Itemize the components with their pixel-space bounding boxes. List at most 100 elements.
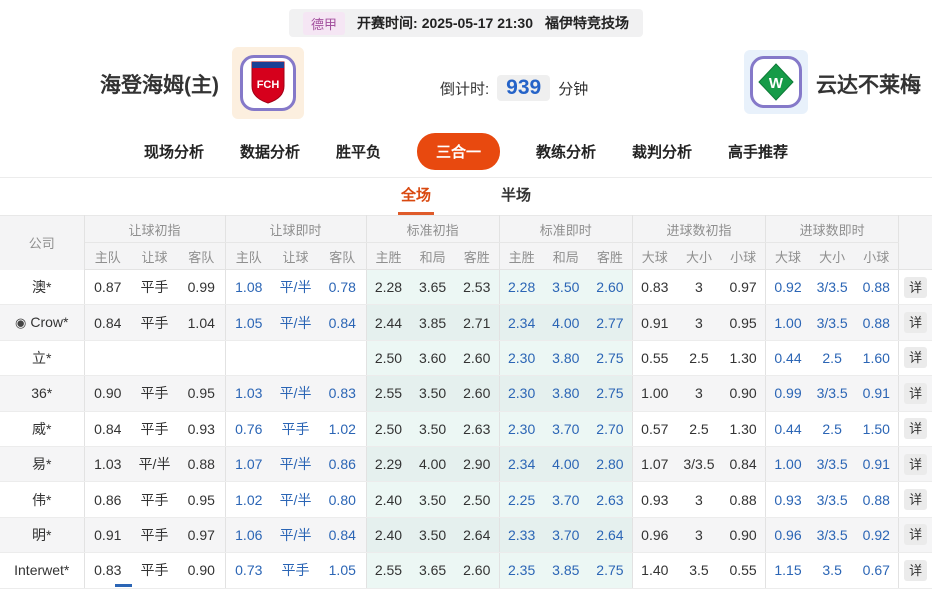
tab-full-match[interactable]: 全场 <box>397 178 434 215</box>
odds-cell: 3.50 <box>410 517 455 554</box>
odds-cell <box>178 340 226 377</box>
odds-table: 公司 让球初指 让球即时 标准初指 标准即时 进球数初指 进球数即时 主队 让球 客队 主队 让球 客队… <box>0 215 932 589</box>
countdown-value: 939 <box>497 75 551 101</box>
odds-cell: 2.90 <box>454 446 500 483</box>
odds-subcolumn-header: 客队 <box>319 242 367 270</box>
odds-cell: 2.70 <box>587 411 633 447</box>
tab-data-analysis[interactable]: 数据分析 <box>240 141 300 162</box>
tab-half-match[interactable]: 半场 <box>498 178 534 215</box>
tab-referee-analysis[interactable]: 裁判分析 <box>632 141 692 162</box>
home-team-logo: FCH <box>232 47 304 119</box>
odds-cell: 平手 <box>131 517 179 554</box>
odds-cell: 1.07 <box>225 446 273 483</box>
odds-cell: 1.02 <box>225 481 273 518</box>
odds-cell: 0.99 <box>765 375 810 412</box>
odds-cell: 1.03 <box>84 446 132 483</box>
odds-cell: 0.86 <box>319 446 367 483</box>
odds-cell: 0.95 <box>178 375 226 412</box>
company-cell: 36* <box>0 375 85 412</box>
tab-three-in-one[interactable]: 三合一 <box>416 132 500 170</box>
odds-cell: 3.65 <box>410 269 455 306</box>
odds-cell: 平/半 <box>272 269 320 306</box>
odds-cell: 4.00 <box>543 446 588 483</box>
league-badge[interactable]: 德甲 <box>303 11 346 35</box>
odds-cell: 0.93 <box>178 411 226 447</box>
match-info-bar: 德甲 开赛时间: 2025-05-17 21:30 福伊特竞技场 <box>289 9 643 37</box>
detail-button[interactable]: 详 <box>904 453 928 475</box>
detail-button[interactable]: 详 <box>904 312 928 334</box>
detail-cell: 详 <box>898 375 932 412</box>
odds-cell: 3.50 <box>410 411 455 447</box>
odds-cell: 2.34 <box>499 446 544 483</box>
countdown: 倒计时: 939 分钟 <box>440 75 588 101</box>
odds-cell: 0.84 <box>319 517 367 554</box>
odds-cell: 0.99 <box>178 269 226 306</box>
odds-subcolumn-header: 主队 <box>84 242 132 270</box>
odds-cell: 3.80 <box>543 375 588 412</box>
odds-cell: 2.25 <box>499 481 544 518</box>
kickoff-time: 开赛时间: 2025-05-17 21:30 <box>357 15 533 31</box>
detail-button[interactable]: 详 <box>904 418 928 440</box>
odds-cell: 0.88 <box>178 446 226 483</box>
odds-cell: 0.92 <box>854 517 900 554</box>
odds-cell: 1.08 <box>225 269 273 306</box>
odds-cell: 1.30 <box>721 340 767 377</box>
odds-cell: 1.03 <box>225 375 273 412</box>
countdown-label: 倒计时: <box>440 80 490 98</box>
odds-cell <box>131 340 179 377</box>
detail-cell: 详 <box>898 446 932 483</box>
odds-cell: 0.95 <box>178 481 226 518</box>
odds-subcolumn-header: 和局 <box>410 242 455 270</box>
odds-cell: 1.00 <box>765 446 810 483</box>
odds-cell: 3/3.5 <box>809 269 855 306</box>
odds-subcolumn-header: 大球 <box>632 242 677 270</box>
odds-cell: 1.15 <box>765 552 810 589</box>
odds-cell: 0.83 <box>319 375 367 412</box>
detail-column-header <box>898 215 932 270</box>
odds-cell: 1.02 <box>319 411 367 447</box>
odds-cell: 2.55 <box>366 375 411 412</box>
tab-live-analysis[interactable]: 现场分析 <box>144 141 204 162</box>
odds-cell: 0.88 <box>721 481 767 518</box>
odds-table-header: 公司 让球初指 让球即时 标准初指 标准即时 进球数初指 进球数即时 主队 让球 客队 主队 让球 客队… <box>0 215 932 270</box>
odds-cell: 0.83 <box>84 552 132 589</box>
company-cell: 伟* <box>0 481 85 518</box>
detail-button[interactable]: 详 <box>904 347 928 369</box>
odds-group-header: 让球初指 <box>84 215 226 243</box>
detail-cell: 详 <box>898 552 932 589</box>
odds-subcolumn-header: 主队 <box>225 242 273 270</box>
odds-cell: 2.30 <box>499 411 544 447</box>
odds-cell: 2.5 <box>809 411 855 447</box>
odds-cell: 3 <box>676 269 722 306</box>
odds-cell: 2.71 <box>454 304 500 341</box>
odds-cell: 2.33 <box>499 517 544 554</box>
odds-group-header: 标准初指 <box>366 215 500 243</box>
odds-group-header: 进球数即时 <box>765 215 900 243</box>
company-cell: Interwet* <box>0 552 85 589</box>
detail-button[interactable]: 详 <box>904 276 928 298</box>
odds-cell: 平手 <box>272 552 320 589</box>
detail-cell: 详 <box>898 340 932 377</box>
odds-cell: 平手 <box>131 269 179 306</box>
odds-cell: 2.40 <box>366 517 411 554</box>
odds-cell: 3.80 <box>543 340 588 377</box>
detail-button[interactable]: 详 <box>904 382 928 404</box>
team-header: 海登海姆(主) FCH 倒计时: 939 分钟 W 云达不莱梅 <box>0 37 932 125</box>
tab-coach-analysis[interactable]: 教练分析 <box>536 141 596 162</box>
odds-cell: 3.50 <box>410 375 455 412</box>
odds-cell: 0.44 <box>765 340 810 377</box>
detail-button[interactable]: 详 <box>904 489 928 511</box>
odds-cell: 0.76 <box>225 411 273 447</box>
odds-cell: 2.77 <box>587 304 633 341</box>
tab-win-draw-lose[interactable]: 胜平负 <box>336 141 381 162</box>
odds-cell: 3/3.5 <box>809 446 855 483</box>
detail-button[interactable]: 详 <box>904 559 928 581</box>
odds-cell: 0.67 <box>854 552 900 589</box>
detail-button[interactable]: 详 <box>904 524 928 546</box>
odds-cell: 2.28 <box>499 269 544 306</box>
odds-cell: 0.87 <box>84 269 132 306</box>
company-cell: 威* <box>0 411 85 447</box>
odds-cell: 0.44 <box>765 411 810 447</box>
tab-expert-picks[interactable]: 高手推荐 <box>728 141 788 162</box>
odds-cell: 0.84 <box>84 411 132 447</box>
